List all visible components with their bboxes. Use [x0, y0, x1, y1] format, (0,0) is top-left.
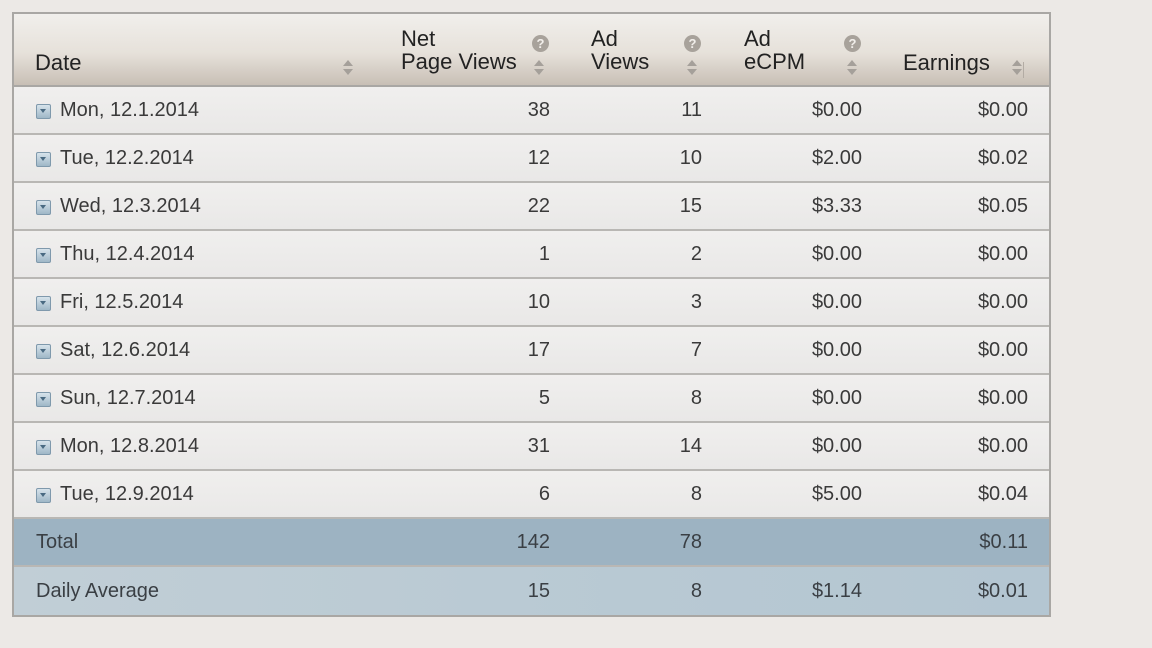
column-header-date[interactable]: Date [35, 51, 81, 74]
expand-row-icon[interactable] [36, 199, 51, 215]
column-header-ad-views[interactable]: Ad Views [591, 27, 649, 73]
net-page-views-cell: 5 [538, 386, 550, 409]
table-row: Sat, 12.6.2014 17 7 $0.00 $0.00 [14, 327, 1049, 375]
expand-row-icon[interactable] [36, 247, 51, 263]
earnings-cell: $0.00 [977, 386, 1028, 409]
net-page-views-cell: 6 [538, 482, 550, 505]
header-divider [1023, 62, 1024, 78]
sort-arrows-icon[interactable] [686, 60, 698, 76]
table-row: Tue, 12.2.2014 12 10 $2.00 $0.02 [14, 135, 1049, 183]
ad-views-cell: 11 [681, 98, 702, 121]
ad-ecpm-cell: $3.33 [811, 194, 862, 217]
date-cell: Mon, 12.1.2014 [60, 98, 199, 121]
earnings-cell: $0.04 [977, 482, 1028, 505]
help-icon[interactable]: ? [684, 35, 701, 52]
table-row: Mon, 12.1.2014 38 11 $0.00 $0.00 [14, 87, 1049, 135]
total-label: Total [36, 530, 79, 553]
ad-views-cell: 7 [690, 338, 702, 361]
ad-ecpm-cell: $2.00 [811, 146, 862, 169]
help-icon[interactable]: ? [532, 35, 549, 52]
ad-ecpm-cell: $0.00 [811, 434, 862, 457]
sort-arrows-icon[interactable] [342, 60, 354, 76]
date-cell: Wed, 12.3.2014 [60, 194, 201, 217]
average-net-page-views: 15 [527, 579, 550, 602]
date-cell: Tue, 12.9.2014 [60, 482, 194, 505]
earnings-cell: $0.05 [977, 194, 1028, 217]
sort-arrows-icon[interactable] [533, 60, 545, 76]
total-ad-views: 78 [679, 530, 702, 553]
total-row: Total 142 78 $0.11 [14, 519, 1049, 567]
ad-views-cell: 8 [690, 386, 702, 409]
total-net-page-views: 142 [516, 530, 550, 553]
ad-ecpm-cell: $0.00 [811, 242, 862, 265]
net-page-views-cell: 17 [527, 338, 550, 361]
ad-ecpm-cell: $0.00 [811, 338, 862, 361]
table-row: Fri, 12.5.2014 10 3 $0.00 $0.00 [14, 279, 1049, 327]
earnings-cell: $0.00 [977, 242, 1028, 265]
ad-ecpm-cell: $5.00 [811, 482, 862, 505]
average-label: Daily Average [36, 579, 160, 602]
date-cell: Mon, 12.8.2014 [60, 434, 199, 457]
ad-views-cell: 15 [679, 194, 702, 217]
sort-arrows-icon[interactable] [846, 60, 858, 76]
ad-views-cell: 14 [679, 434, 702, 457]
ad-views-cell: 3 [690, 290, 702, 313]
ad-views-cell: 10 [679, 146, 702, 169]
earnings-cell: $0.00 [977, 434, 1028, 457]
ad-views-cell: 8 [690, 482, 702, 505]
table-row: Wed, 12.3.2014 22 15 $3.33 $0.05 [14, 183, 1049, 231]
earnings-cell: $0.00 [977, 98, 1028, 121]
ad-ecpm-cell: $0.00 [811, 290, 862, 313]
date-cell: Sun, 12.7.2014 [60, 386, 196, 409]
table-row: Sun, 12.7.2014 5 8 $0.00 $0.00 [14, 375, 1049, 423]
expand-row-icon[interactable] [36, 295, 51, 311]
table-row: Mon, 12.8.2014 31 14 $0.00 $0.00 [14, 423, 1049, 471]
average-earnings: $0.01 [977, 579, 1028, 602]
expand-row-icon[interactable] [36, 487, 51, 503]
help-icon[interactable]: ? [844, 35, 861, 52]
ad-ecpm-cell: $0.00 [811, 386, 862, 409]
ad-ecpm-cell: $0.00 [811, 98, 862, 121]
total-earnings: $0.11 [979, 530, 1028, 553]
net-page-views-cell: 22 [527, 194, 550, 217]
expand-row-icon[interactable] [36, 391, 51, 407]
column-header-ad-ecpm[interactable]: Ad eCPM [744, 27, 805, 73]
column-header-earnings[interactable]: Earnings [903, 51, 990, 74]
earnings-cell: $0.02 [977, 146, 1028, 169]
average-ad-ecpm: $1.14 [811, 579, 862, 602]
sort-arrows-icon[interactable] [1011, 60, 1023, 76]
earnings-cell: $0.00 [977, 338, 1028, 361]
average-ad-views: 8 [690, 579, 702, 602]
date-cell: Fri, 12.5.2014 [60, 290, 184, 313]
net-page-views-cell: 38 [527, 98, 550, 121]
expand-row-icon[interactable] [36, 103, 51, 119]
expand-row-icon[interactable] [36, 151, 51, 167]
column-header-net-page-views[interactable]: Net Page Views [401, 27, 517, 73]
table-row: Thu, 12.4.2014 1 2 $0.00 $0.00 [14, 231, 1049, 279]
table-header: Date Net Page Views ? Ad Views ? Ad eCPM… [14, 14, 1049, 87]
date-cell: Sat, 12.6.2014 [60, 338, 191, 361]
net-page-views-cell: 31 [527, 434, 550, 457]
date-cell: Tue, 12.2.2014 [60, 146, 194, 169]
earnings-report-table: Date Net Page Views ? Ad Views ? Ad eCPM… [12, 12, 1051, 617]
net-page-views-cell: 10 [527, 290, 550, 313]
net-page-views-cell: 1 [538, 242, 550, 265]
daily-average-row: Daily Average 15 8 $1.14 $0.01 [14, 567, 1049, 615]
ad-views-cell: 2 [690, 242, 702, 265]
table-row: Tue, 12.9.2014 6 8 $5.00 $0.04 [14, 471, 1049, 519]
expand-row-icon[interactable] [36, 439, 51, 455]
date-cell: Thu, 12.4.2014 [60, 242, 195, 265]
earnings-cell: $0.00 [977, 290, 1028, 313]
net-page-views-cell: 12 [527, 146, 550, 169]
expand-row-icon[interactable] [36, 343, 51, 359]
